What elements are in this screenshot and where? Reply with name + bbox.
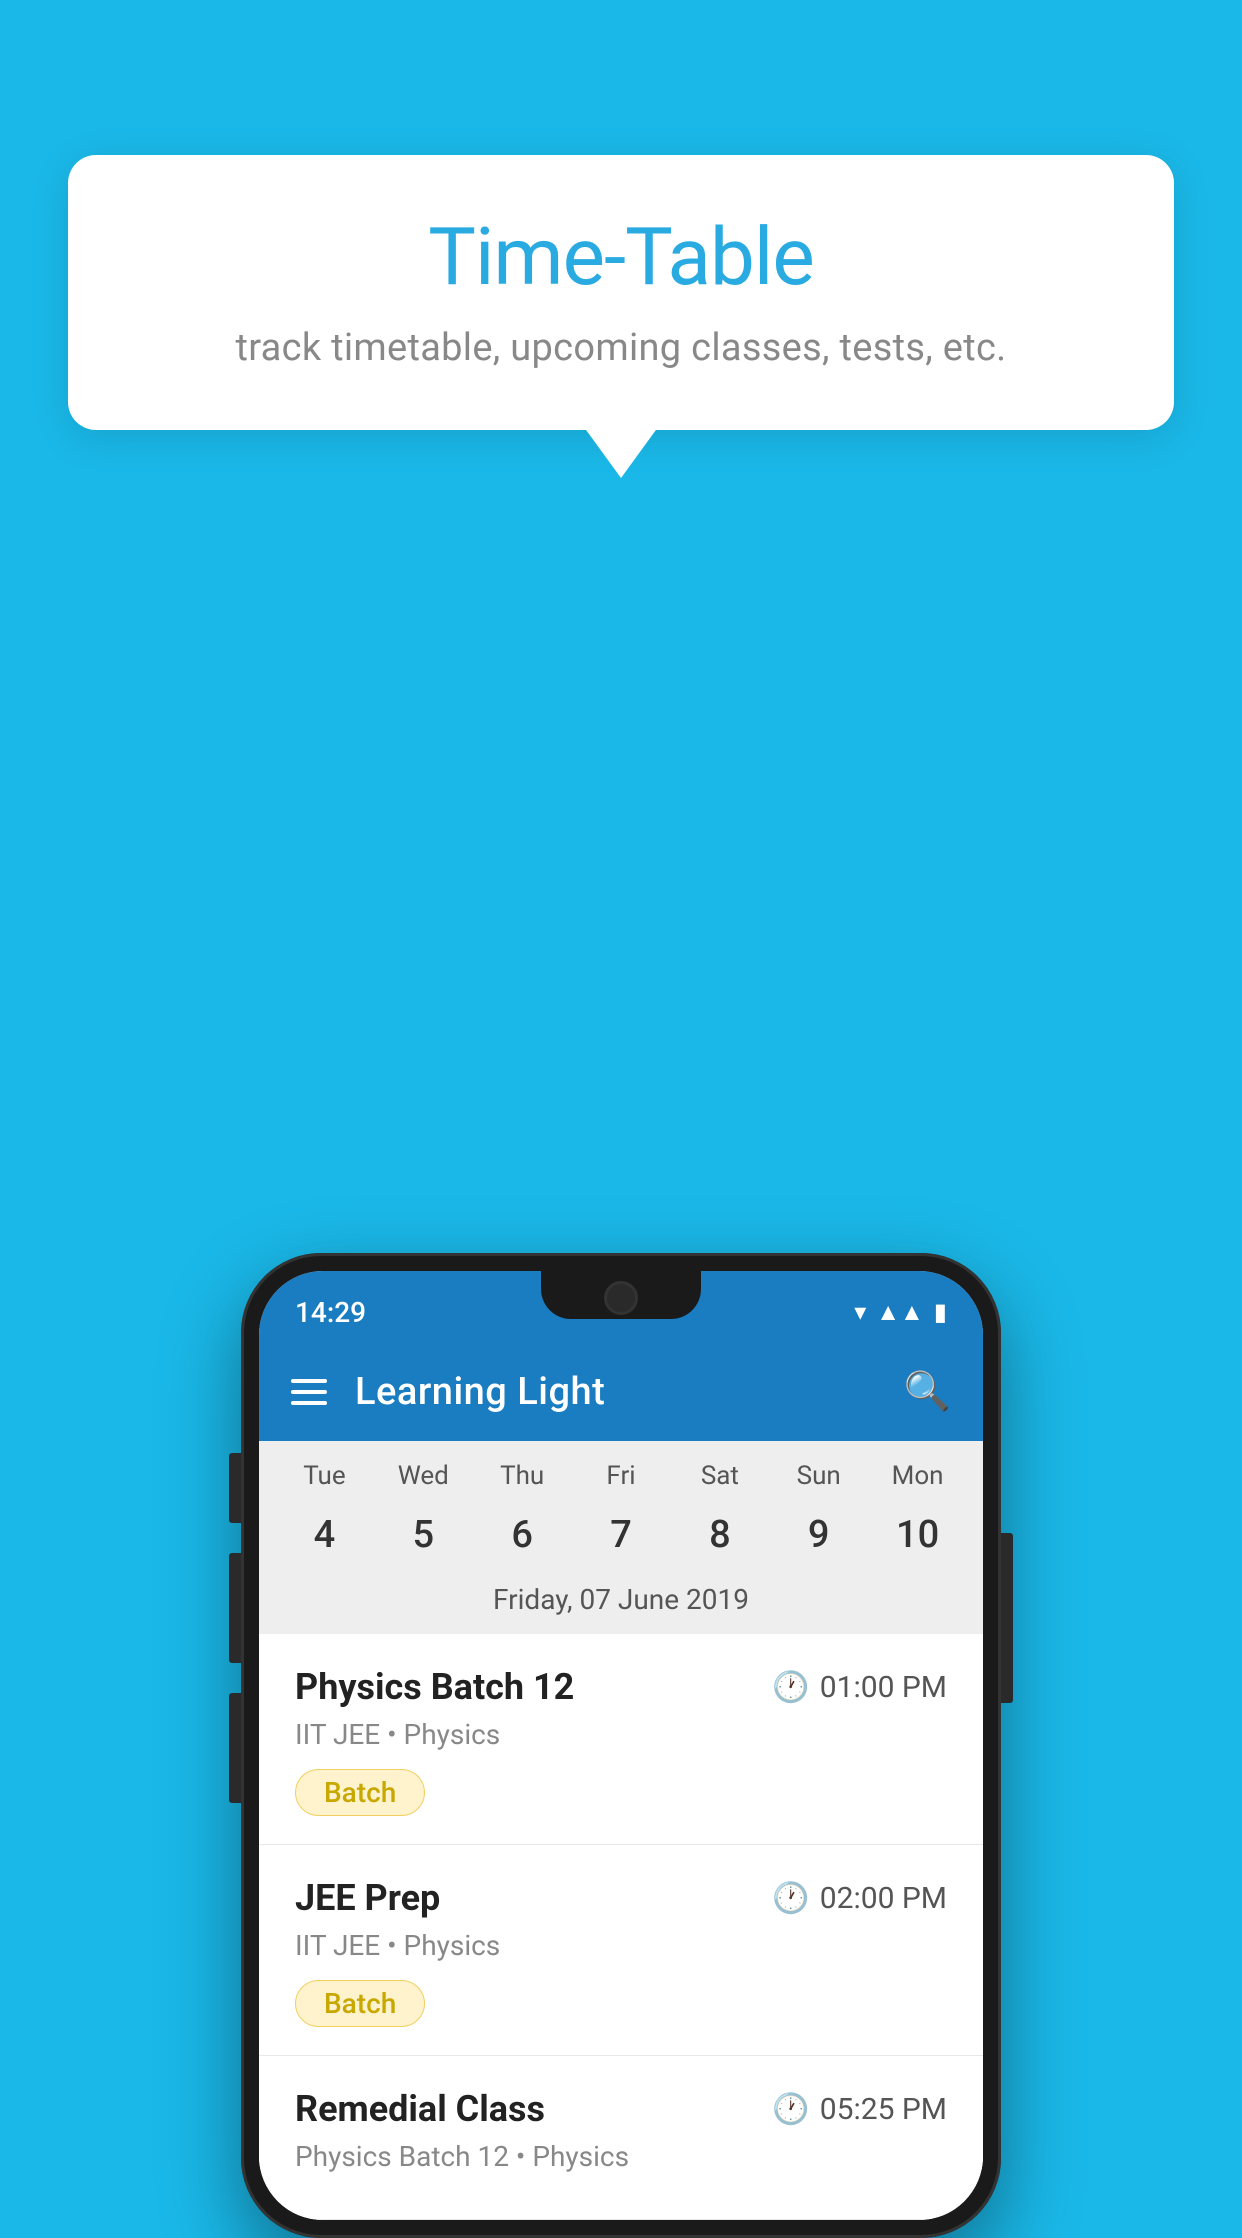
tooltip-card: Time-Table track timetable, upcoming cla…: [68, 155, 1174, 430]
phone-screen: 14:29 ▾ ▲▲ ▮ Learning Light 🔍: [259, 1271, 983, 2220]
schedule-item-3: Remedial Class 🕐 05:25 PM Physics Batch …: [259, 2056, 983, 2220]
day-10[interactable]: 10: [868, 1501, 967, 1569]
btn-volume-silent[interactable]: [229, 1453, 241, 1523]
app-bar: Learning Light 🔍: [259, 1343, 983, 1441]
schedule-item-1-time-text: 01:00 PM: [820, 1670, 947, 1705]
day-4[interactable]: 4: [275, 1501, 374, 1569]
schedule-item-2-subtitle: IIT JEE • Physics: [295, 1929, 947, 1962]
app-title: Learning Light: [355, 1370, 876, 1414]
phone-outer: 14:29 ▾ ▲▲ ▮ Learning Light 🔍: [241, 1253, 1001, 2238]
day-5[interactable]: 5: [374, 1501, 473, 1569]
schedule-item-2-title: JEE Prep: [295, 1877, 440, 1919]
schedule-item-3-subtitle: Physics Batch 12 • Physics: [295, 2140, 947, 2173]
schedule-item-1-title: Physics Batch 12: [295, 1666, 574, 1708]
schedule-item-2: JEE Prep 🕐 02:00 PM IIT JEE • Physics Ba…: [259, 1845, 983, 2056]
day-labels: Tue Wed Thu Fri Sat Sun Mon: [259, 1461, 983, 1501]
calendar-strip: Tue Wed Thu Fri Sat Sun Mon 4 5 6 7 8 9 …: [259, 1441, 983, 1634]
schedule-item-3-title: Remedial Class: [295, 2088, 545, 2130]
day-6[interactable]: 6: [473, 1501, 572, 1569]
schedule-item-3-time: 🕐 05:25 PM: [772, 2092, 947, 2127]
clock-icon-1: 🕐: [772, 1670, 809, 1705]
day-numbers: 4 5 6 7 8 9 10: [259, 1501, 983, 1569]
status-bar: 14:29 ▾ ▲▲ ▮: [259, 1271, 983, 1343]
schedule-item-1-time: 🕐 01:00 PM: [772, 1670, 947, 1705]
schedule-item-1-header: Physics Batch 12 🕐 01:00 PM: [295, 1666, 947, 1708]
day-label-sun: Sun: [769, 1461, 868, 1501]
clock-icon-2: 🕐: [772, 1881, 809, 1916]
schedule-item-2-tag: Batch: [295, 1980, 425, 2027]
schedule-list: Physics Batch 12 🕐 01:00 PM IIT JEE • Ph…: [259, 1634, 983, 2220]
schedule-item-3-time-text: 05:25 PM: [820, 2092, 947, 2127]
day-label-thu: Thu: [473, 1461, 572, 1501]
day-label-tue: Tue: [275, 1461, 374, 1501]
day-label-fri: Fri: [572, 1461, 671, 1501]
day-9[interactable]: 9: [769, 1501, 868, 1569]
wifi-icon: ▾: [854, 1298, 866, 1326]
selected-date: Friday, 07 June 2019: [259, 1569, 983, 1634]
btn-power[interactable]: [1001, 1533, 1013, 1703]
schedule-item-2-time: 🕐 02:00 PM: [772, 1881, 947, 1916]
signal-icon: ▲▲: [876, 1298, 924, 1327]
schedule-item-3-header: Remedial Class 🕐 05:25 PM: [295, 2088, 947, 2130]
clock-icon-3: 🕐: [772, 2092, 809, 2127]
schedule-item-1-subtitle: IIT JEE • Physics: [295, 1718, 947, 1751]
day-7[interactable]: 7: [572, 1501, 671, 1569]
search-button[interactable]: 🔍: [904, 1370, 951, 1414]
tooltip-subtitle: track timetable, upcoming classes, tests…: [128, 326, 1114, 370]
day-label-sat: Sat: [670, 1461, 769, 1501]
schedule-item-1-tag: Batch: [295, 1769, 425, 1816]
schedule-item-2-header: JEE Prep 🕐 02:00 PM: [295, 1877, 947, 1919]
status-time: 14:29: [295, 1296, 366, 1329]
phone-container: 14:29 ▾ ▲▲ ▮ Learning Light 🔍: [241, 1253, 1001, 2238]
battery-icon: ▮: [934, 1298, 947, 1326]
schedule-item-1: Physics Batch 12 🕐 01:00 PM IIT JEE • Ph…: [259, 1634, 983, 1845]
menu-button[interactable]: [291, 1379, 327, 1405]
schedule-item-2-time-text: 02:00 PM: [820, 1881, 947, 1916]
tooltip-title: Time-Table: [128, 210, 1114, 304]
btn-volume-up[interactable]: [229, 1553, 241, 1663]
btn-volume-down[interactable]: [229, 1693, 241, 1803]
day-label-wed: Wed: [374, 1461, 473, 1501]
day-8[interactable]: 8: [670, 1501, 769, 1569]
status-icons: ▾ ▲▲ ▮: [854, 1298, 947, 1327]
day-label-mon: Mon: [868, 1461, 967, 1501]
